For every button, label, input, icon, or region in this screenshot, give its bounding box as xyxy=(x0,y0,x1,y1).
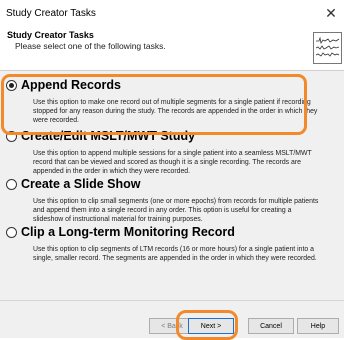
option-description: Use this option to append multiple sessi… xyxy=(33,150,312,175)
radio-slide-show[interactable] xyxy=(6,178,17,190)
title-bar: Study Creator Tasks ✕ xyxy=(0,0,344,30)
waveform-icon xyxy=(313,32,342,64)
option-clip-ltm[interactable]: Clip a Long-term Monitoring Record Use t… xyxy=(6,225,336,263)
option-description: Use this option to clip segments of LTM … xyxy=(33,246,317,262)
wizard-footer: < Back Next > Cancel Help xyxy=(0,301,344,338)
cancel-button[interactable]: Cancel xyxy=(248,318,294,334)
help-button[interactable]: Help xyxy=(297,318,339,334)
option-slide-show[interactable]: Create a Slide Show Use this option to c… xyxy=(6,177,336,224)
close-icon[interactable]: ✕ xyxy=(322,4,340,22)
radio-clip-ltm[interactable] xyxy=(6,226,17,238)
header-title: Study Creator Tasks xyxy=(7,30,94,40)
highlight-annotation xyxy=(1,74,307,135)
window-title: Study Creator Tasks xyxy=(6,8,96,19)
highlight-annotation xyxy=(176,310,238,340)
option-label: Create a Slide Show xyxy=(21,177,141,191)
header-subtitle: Please select one of the following tasks… xyxy=(15,41,166,51)
option-label: Clip a Long-term Monitoring Record xyxy=(21,225,235,239)
option-mslt-mwt[interactable]: Create/Edit MSLT/MWT Study Use this opti… xyxy=(6,129,336,176)
option-description: Use this option to clip small segments (… xyxy=(33,198,319,223)
wizard-header: Study Creator Tasks Please select one of… xyxy=(0,30,344,71)
